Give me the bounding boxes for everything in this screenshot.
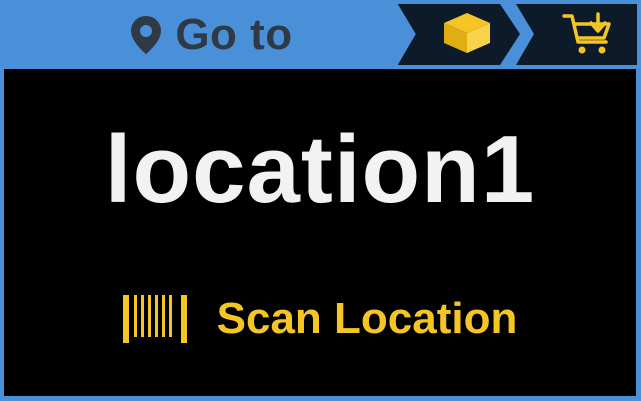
box-button[interactable] [432,7,502,63]
cart-return-icon [562,10,614,61]
main-panel: location1 Scan Location [4,69,636,396]
goto-header: Go to [0,0,412,69]
header-bar: Go to [0,0,641,69]
cart-return-button[interactable] [548,7,628,63]
barcode-icon [122,295,187,343]
scan-location-button[interactable]: Scan Location [4,295,636,343]
map-pin-icon [129,15,163,55]
box-icon [441,11,493,60]
goto-title-group: Go to [129,9,293,59]
location-name: location1 [104,116,536,223]
app-screen: Go to location1 Scan Location [0,0,641,401]
page-title: Go to [175,9,293,59]
scan-location-label: Scan Location [216,294,518,343]
